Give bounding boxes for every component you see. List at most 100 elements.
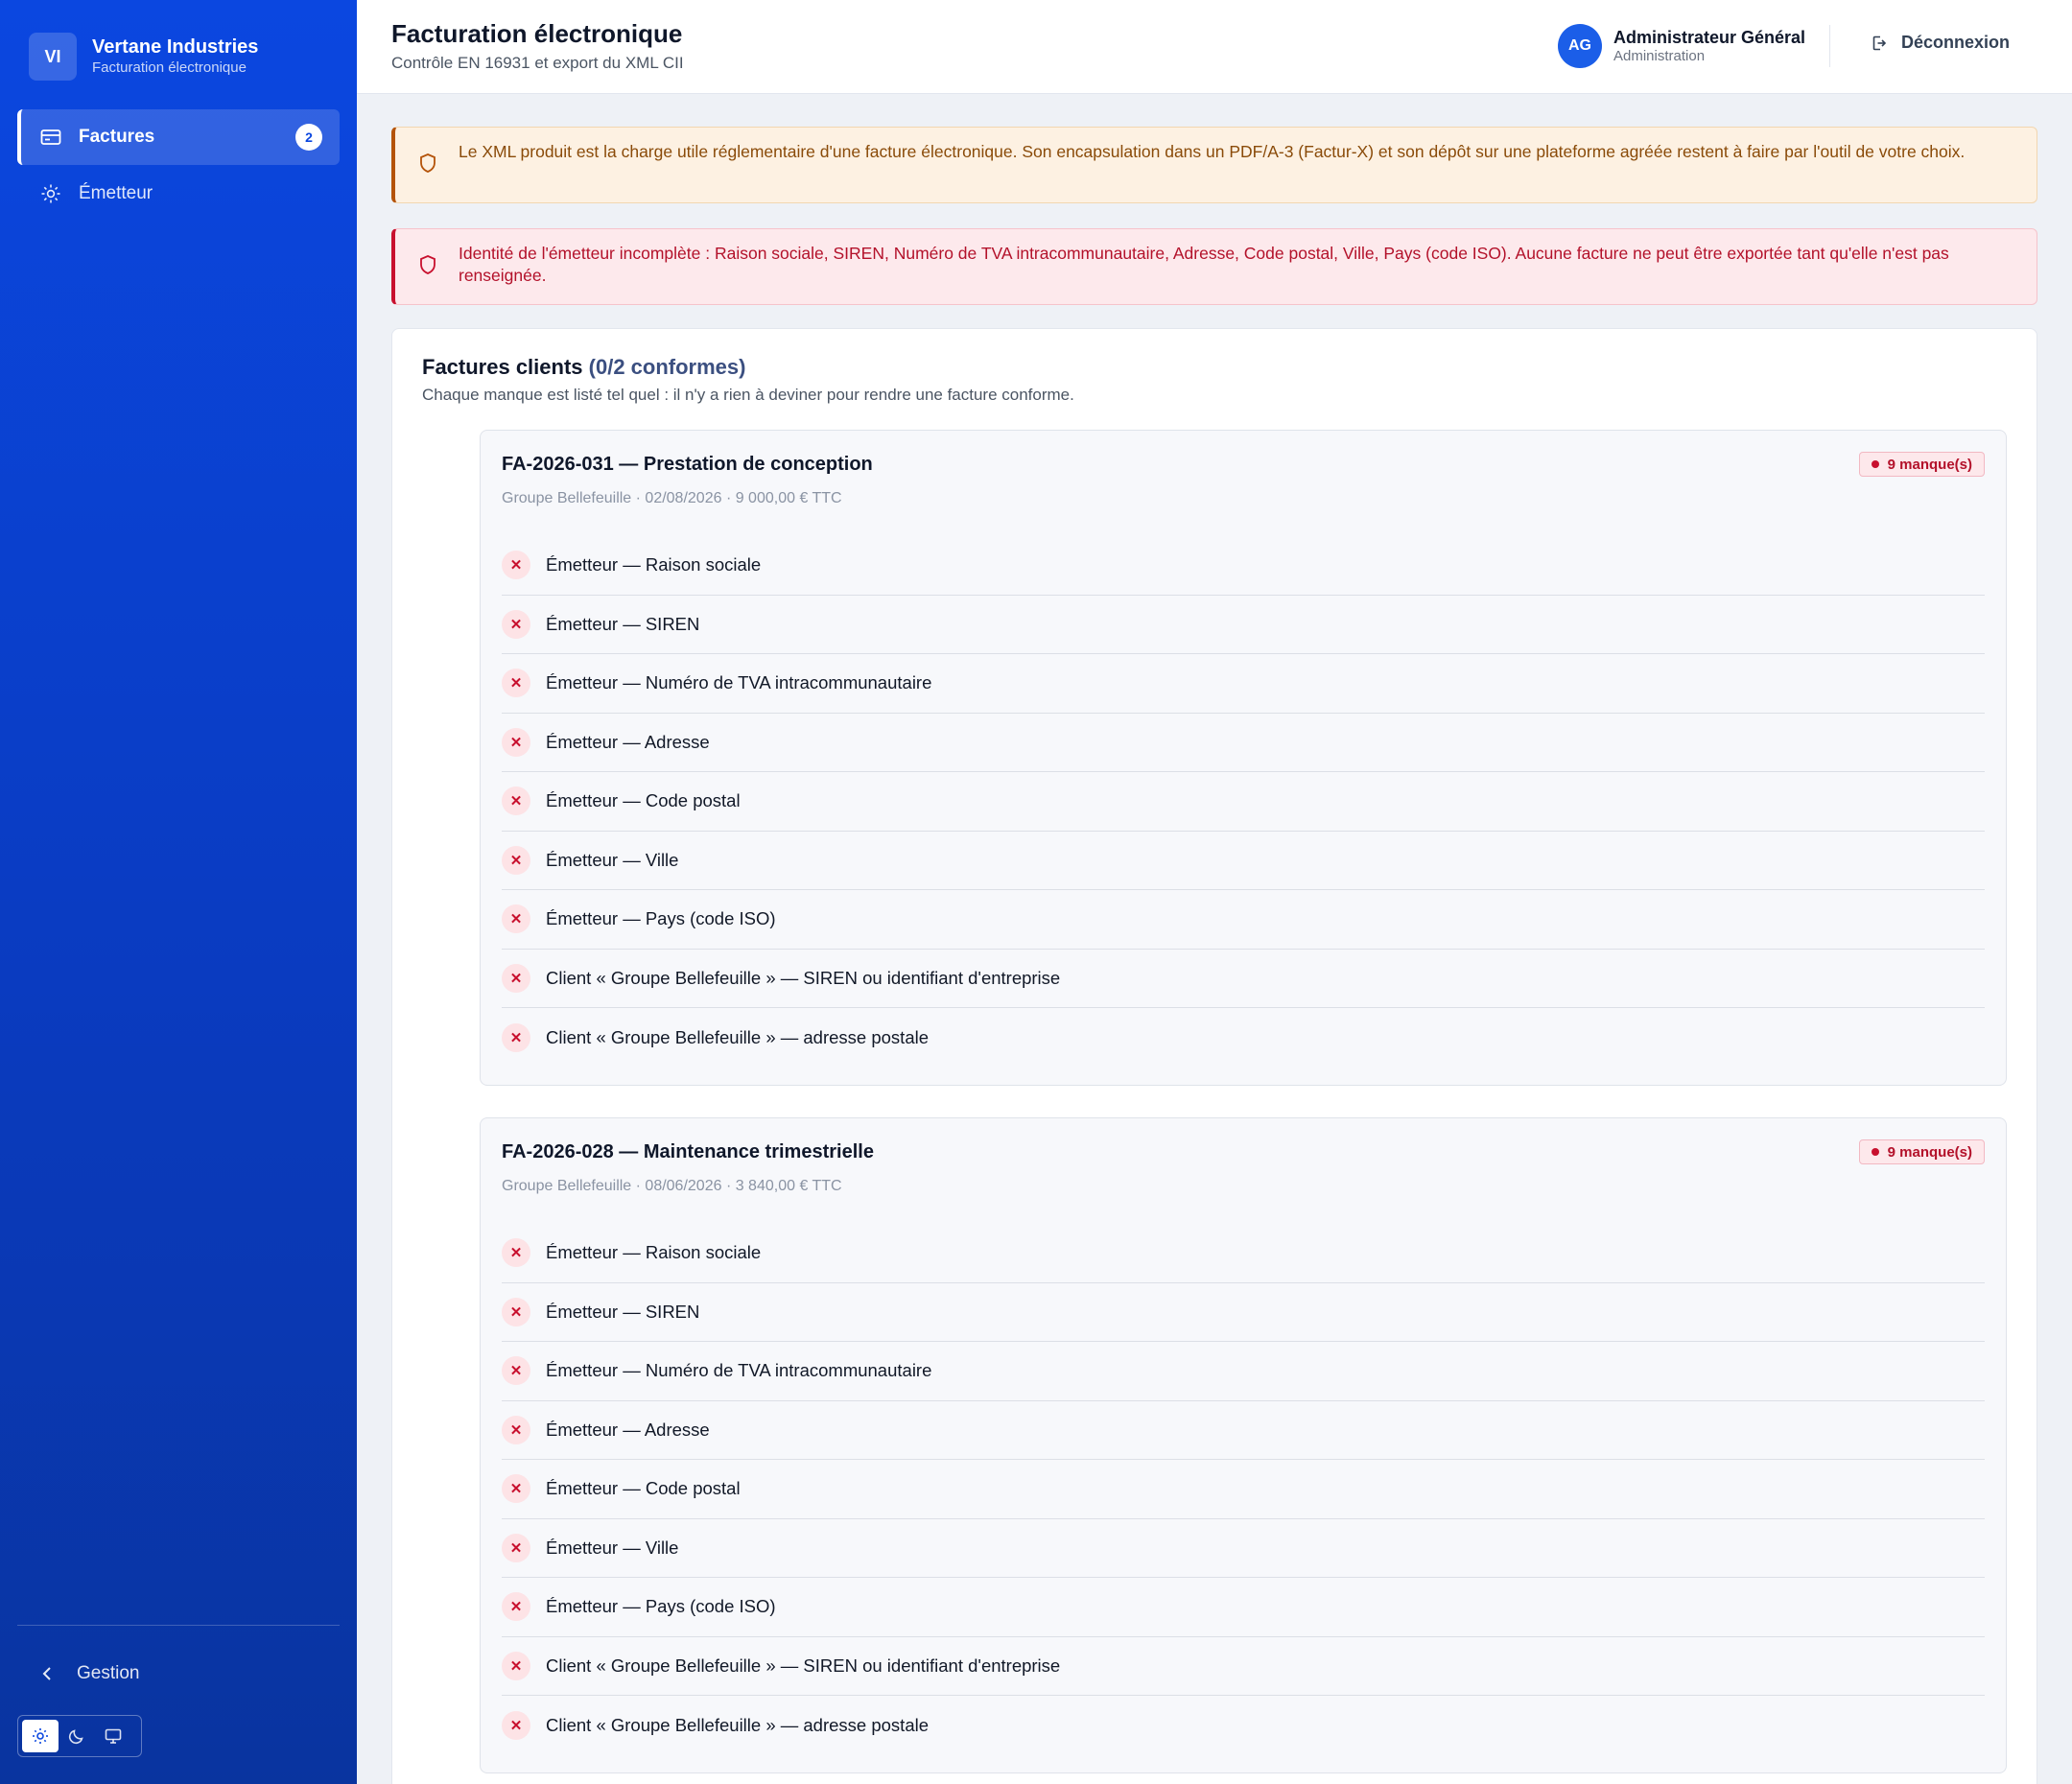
- conformity-count: (0/2 conformes): [588, 355, 746, 379]
- avatar: AG: [1558, 24, 1602, 68]
- status-badge: 9 manque(s): [1858, 1139, 1985, 1164]
- close-icon: ✕: [502, 1297, 530, 1326]
- list-item: ✕ Émetteur — Pays (code ISO): [502, 1578, 1985, 1637]
- error-alert-text: Identité de l'émetteur incomplète : Rais…: [459, 244, 1949, 285]
- invoices-card: Factures clients (0/2 conformes) Chaque …: [391, 328, 2037, 1784]
- list-item: ✕ Émetteur — Raison sociale: [502, 1224, 1985, 1283]
- issue-text: Émetteur — Pays (code ISO): [546, 1596, 776, 1617]
- gestion-link[interactable]: Gestion: [42, 1659, 139, 1688]
- shield-icon: [418, 153, 439, 174]
- close-icon: ✕: [502, 963, 530, 993]
- close-icon: ✕: [502, 669, 530, 698]
- list-item: ✕ Client « Groupe Bellefeuille » — adress…: [502, 1008, 1985, 1068]
- close-icon: ✕: [502, 1474, 530, 1504]
- invoice-card-icon: [40, 127, 61, 148]
- issue-text: Émetteur — SIREN: [546, 1301, 700, 1322]
- brand-subtitle: Facturation électronique: [92, 59, 247, 76]
- logout-icon: [1871, 35, 1888, 52]
- issue-text: Client « Groupe Bellefeuille » — SIREN o…: [546, 1655, 1061, 1676]
- gestion-label: Gestion: [77, 1663, 140, 1683]
- close-icon: ✕: [502, 1022, 530, 1052]
- theme-system-button[interactable]: [95, 1720, 131, 1752]
- issue-text: Émetteur — Code postal: [546, 1478, 741, 1499]
- issue-list: ✕ Émetteur — Raison sociale ✕ Émetteur — SI…: [502, 536, 1985, 1068]
- list-item: ✕ Émetteur — Ville: [502, 832, 1985, 890]
- issue-text: Émetteur — Numéro de TVA intracommunauta…: [546, 672, 932, 693]
- status-badge-label: 9 manque(s): [1887, 1143, 1972, 1161]
- invoice-title: FA-2026-031 — Prestation de conception: [502, 454, 873, 475]
- sidebar-item-label: Factures: [79, 127, 155, 147]
- user-name: Administrateur Général: [1613, 28, 1806, 47]
- monitor-icon: [105, 1727, 122, 1745]
- close-icon: ✕: [502, 904, 530, 934]
- issue-text: Émetteur — SIREN: [546, 613, 700, 634]
- list-item: ✕ Émetteur — SIREN: [502, 1283, 1985, 1342]
- close-icon: ✕: [502, 845, 530, 875]
- issue-text: Émetteur — Code postal: [546, 790, 741, 811]
- shield-icon: [418, 254, 439, 275]
- brand: VI Vertane Industries Facturation électr…: [29, 33, 258, 81]
- close-icon: ✕: [502, 1533, 530, 1562]
- list-item: ✕ Client « Groupe Bellefeuille » — SIREN …: [502, 950, 1985, 1008]
- issue-text: Émetteur — Raison sociale: [546, 554, 762, 575]
- close-icon: ✕: [502, 1356, 530, 1386]
- status-badge-label: 9 manque(s): [1887, 456, 1972, 473]
- close-icon: ✕: [502, 1651, 530, 1680]
- header-divider: [1829, 25, 1830, 67]
- issue-list: ✕ Émetteur — Raison sociale ✕ Émetteur — SI…: [502, 1224, 1985, 1755]
- list-item: ✕ Émetteur — Adresse: [502, 714, 1985, 772]
- invoice-block: FA-2026-031 — Prestation de conception Gr…: [480, 430, 2007, 1086]
- theme-dark-button[interactable]: [59, 1720, 95, 1752]
- warning-alert: Le XML produit est la charge utile régle…: [391, 127, 2037, 203]
- issue-text: Client « Groupe Bellefeuille » — adresse…: [546, 1714, 930, 1735]
- close-icon: ✕: [502, 609, 530, 639]
- close-icon: ✕: [502, 1238, 530, 1268]
- issue-text: Client « Groupe Bellefeuille » — SIREN o…: [546, 967, 1061, 988]
- list-item: ✕ Émetteur — Pays (code ISO): [502, 890, 1985, 950]
- page-title: Facturation électronique: [391, 19, 683, 48]
- list-item: ✕ Émetteur — Code postal: [502, 772, 1985, 832]
- invoice-block: FA-2026-028 — Maintenance trimestrielle G…: [480, 1117, 2007, 1773]
- section-title: Factures clients (0/2 conformes): [422, 355, 745, 380]
- brand-name: Vertane Industries: [92, 36, 259, 58]
- top-header: Facturation électronique Contrôle EN 169…: [357, 0, 2072, 94]
- list-item: ✕ Émetteur — Code postal: [502, 1460, 1985, 1519]
- sidebar: VI Vertane Industries Facturation électr…: [0, 0, 357, 1784]
- section-title-text: Factures clients: [422, 355, 583, 379]
- chevron-left-icon: [42, 1666, 52, 1681]
- warning-alert-text: Le XML produit est la charge utile régle…: [459, 142, 1966, 161]
- close-icon: ✕: [502, 1710, 530, 1740]
- invoice-title: FA-2026-028 — Maintenance trimestrielle: [502, 1141, 874, 1162]
- user-menu[interactable]: AG Administrateur Général Administration: [1558, 24, 1805, 68]
- list-item: ✕ Émetteur — Ville: [502, 1519, 1985, 1578]
- issue-text: Émetteur — Adresse: [546, 731, 710, 752]
- issue-text: Émetteur — Pays (code ISO): [546, 908, 776, 929]
- issue-text: Émetteur — Raison sociale: [546, 1242, 762, 1263]
- issue-text: Émetteur — Adresse: [546, 1419, 710, 1440]
- list-item: ✕ Émetteur — Raison sociale: [502, 536, 1985, 596]
- close-icon: ✕: [502, 1592, 530, 1622]
- status-dot-icon: [1871, 460, 1879, 468]
- sidebar-item-factures[interactable]: Factures 2: [17, 109, 340, 165]
- issue-text: Émetteur — Numéro de TVA intracommunauta…: [546, 1360, 932, 1381]
- logout-button[interactable]: Déconnexion: [1871, 33, 2010, 53]
- issue-text: Émetteur — Ville: [546, 849, 679, 870]
- theme-light-button[interactable]: [22, 1720, 59, 1752]
- sidebar-item-emetteur[interactable]: Émetteur: [17, 166, 340, 222]
- list-item: ✕ Émetteur — Adresse: [502, 1401, 1985, 1460]
- list-item: ✕ Client « Groupe Bellefeuille » — SIREN …: [502, 1637, 1985, 1696]
- error-alert: Identité de l'émetteur incomplète : Rais…: [391, 228, 2037, 305]
- brand-logo: VI: [29, 33, 77, 81]
- list-item: ✕ Émetteur — Numéro de TVA intracommunaut…: [502, 1342, 1985, 1401]
- list-item: ✕ Client « Groupe Bellefeuille » — adress…: [502, 1696, 1985, 1755]
- close-icon: ✕: [502, 551, 530, 580]
- section-subtitle: Chaque manque est listé tel quel : il n'…: [422, 386, 1074, 404]
- invoice-meta: Groupe Bellefeuille · 02/08/2026 · 9 000…: [502, 490, 842, 506]
- theme-switcher: [17, 1715, 142, 1757]
- list-item: ✕ Émetteur — Numéro de TVA intracommunaut…: [502, 654, 1985, 714]
- sun-icon: [32, 1727, 49, 1745]
- page-subtitle: Contrôle EN 16931 et export du XML CII: [391, 54, 684, 72]
- status-dot-icon: [1871, 1148, 1879, 1156]
- status-badge: 9 manque(s): [1858, 452, 1985, 477]
- close-icon: ✕: [502, 1415, 530, 1444]
